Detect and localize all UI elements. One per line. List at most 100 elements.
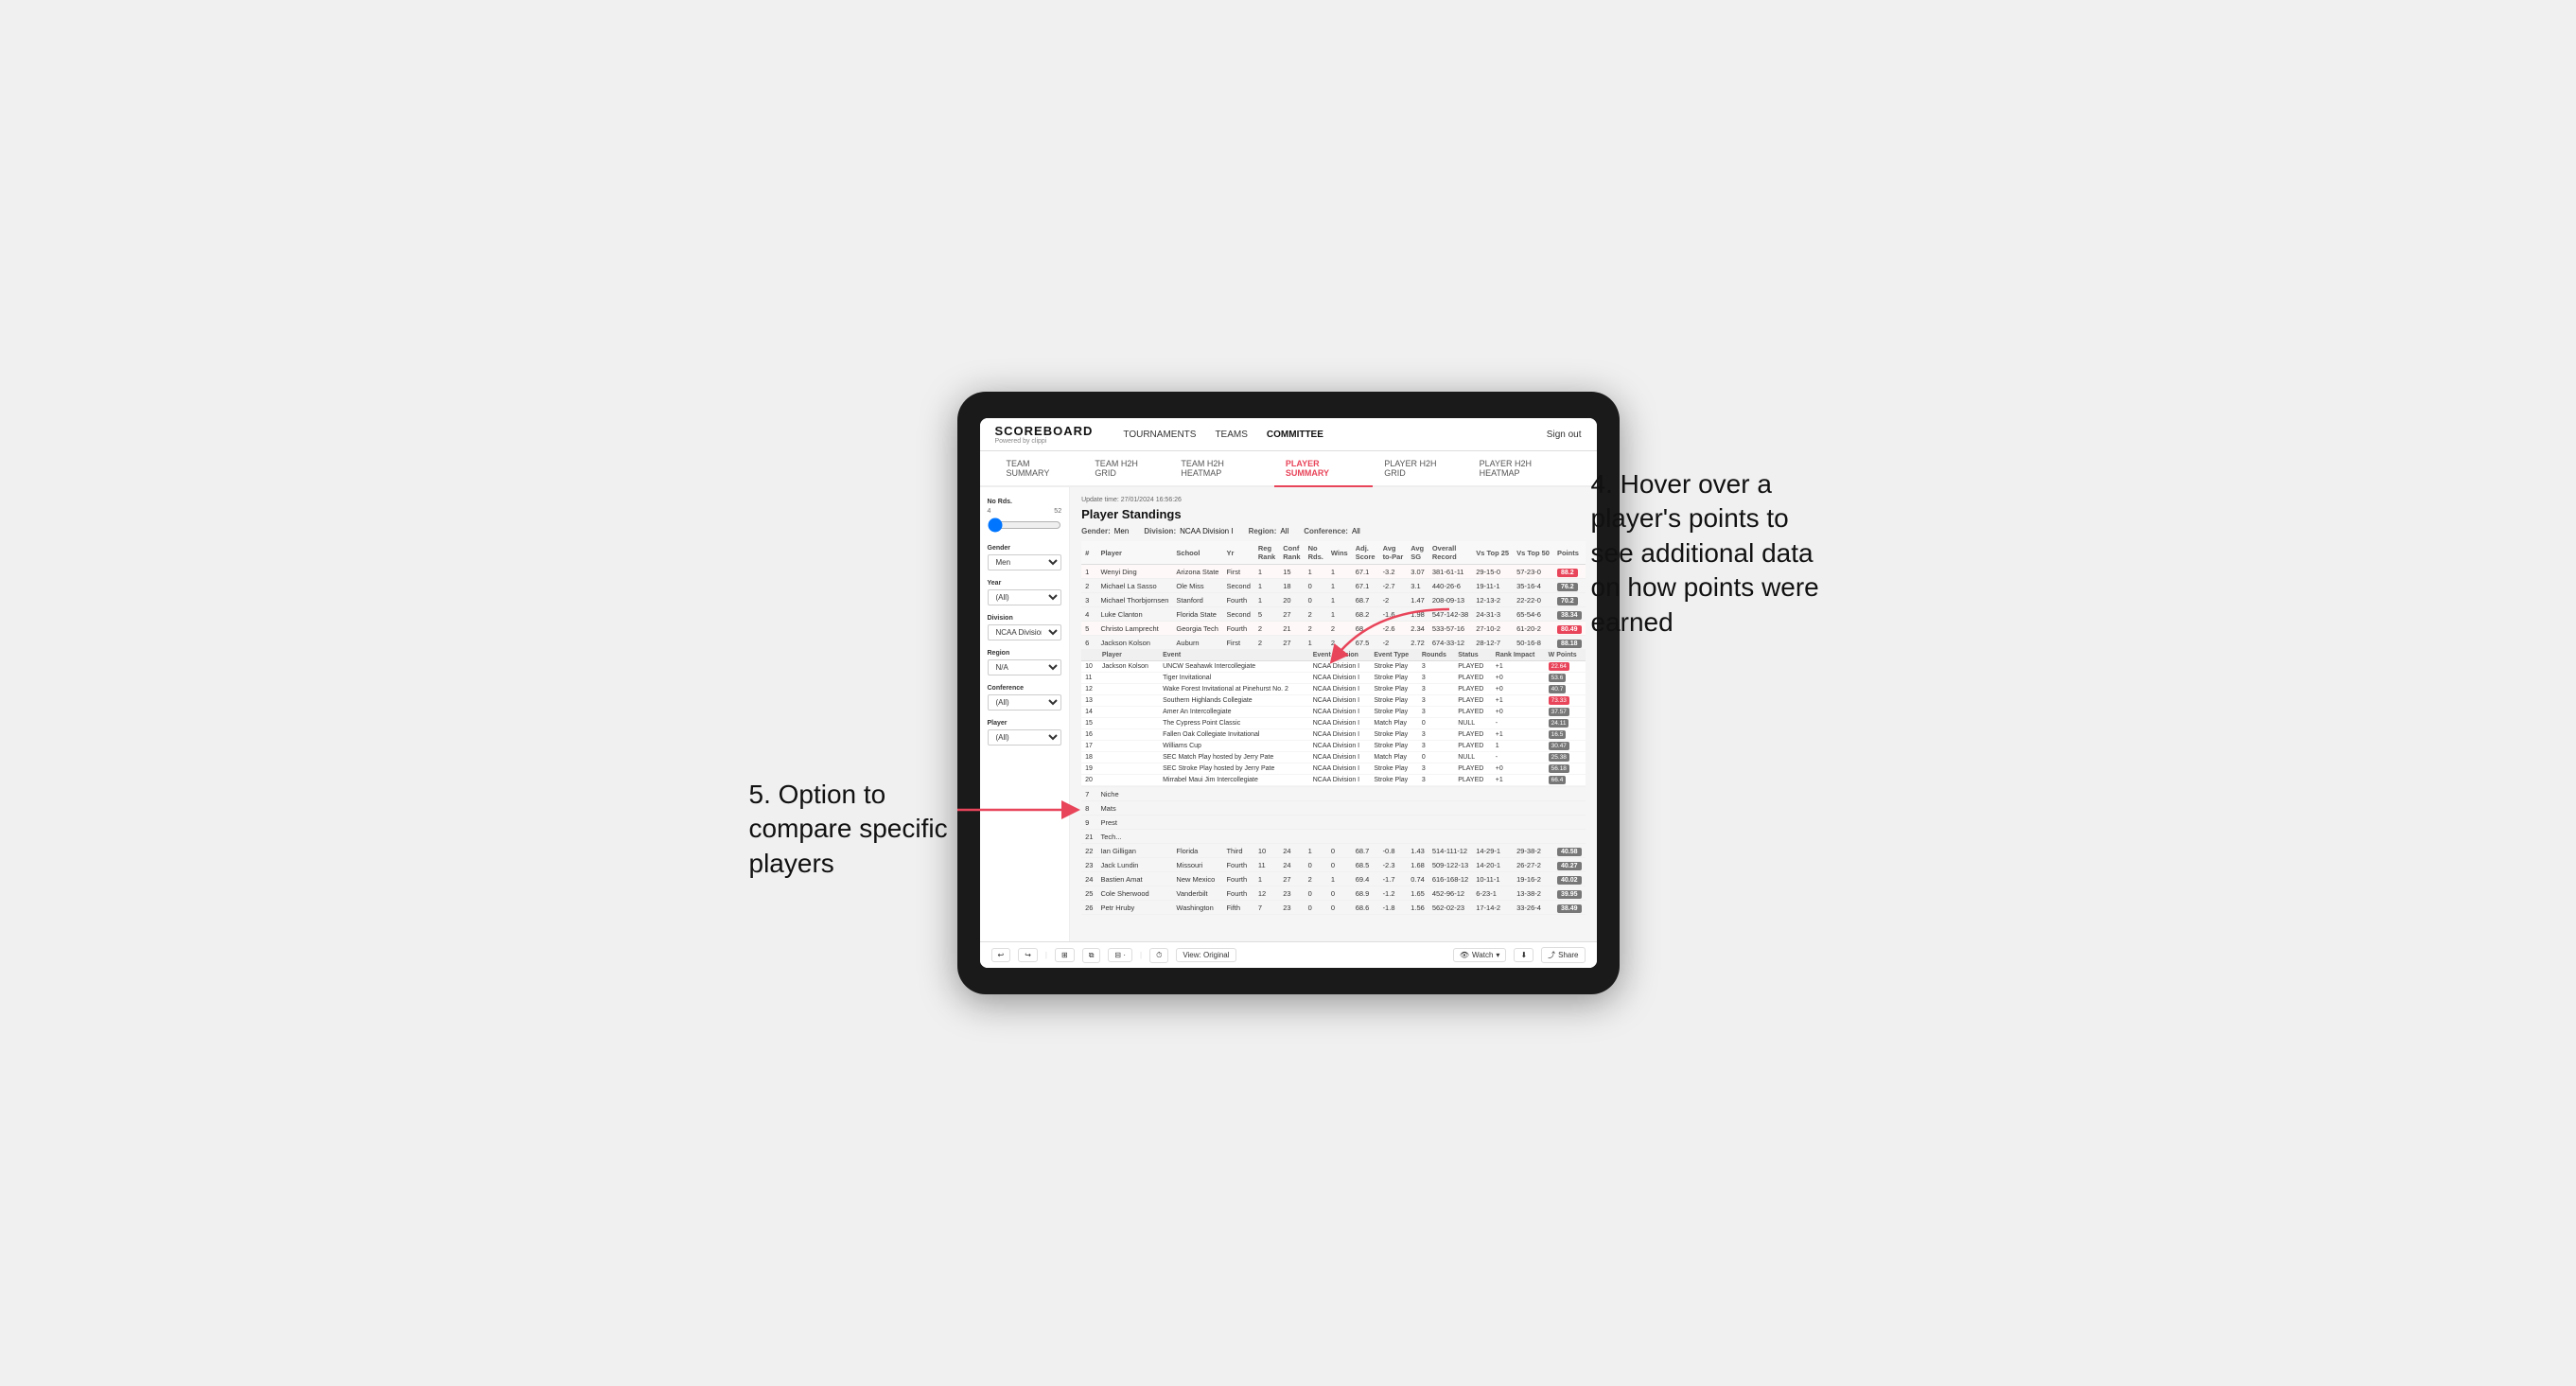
expanded-event-row: 19 SEC Stroke Play hosted by Jerry Pate …: [1081, 763, 1585, 775]
expanded-event-row: 13 Southern Highlands Collegiate NCAA Di…: [1081, 695, 1585, 707]
col-rank: #: [1081, 541, 1096, 565]
expanded-event-row: 12 Wake Forest Invitational at Pinehurst…: [1081, 684, 1585, 695]
table-row: 23 Jack Lundin Missouri Fourth 11 24 0 0…: [1081, 858, 1585, 872]
conference-select[interactable]: (All): [988, 694, 1062, 711]
logo-area: SCOREBOARD Powered by clippi: [995, 424, 1094, 445]
bottom-toolbar: ↩ ↪ | ⊞ ⧉ ⊟ · | ⏱ View: Original 👁 Watch…: [980, 941, 1597, 968]
col-wins: Wins: [1327, 541, 1352, 565]
nav-right: Sign out: [1547, 430, 1582, 440]
subnav-team-summary[interactable]: TEAM SUMMARY: [995, 451, 1084, 487]
filter-region: Region: All: [1249, 527, 1289, 535]
table-row: 24 Bastien Amat New Mexico Fourth 1 27 2…: [1081, 872, 1585, 886]
expanded-event-row: 10 Jackson Kolson UNCW Seahawk Intercoll…: [1081, 661, 1585, 673]
clock-btn[interactable]: ⏱: [1149, 948, 1168, 963]
table-row: 6 Jackson Kolson Auburn First 2 27 1 2 6…: [1081, 636, 1585, 650]
table-row: 4 Luke Clanton Florida State Second 5 27…: [1081, 607, 1585, 622]
col-conf-rank: ConfRank: [1279, 541, 1304, 565]
expanded-event-row: 15 The Cypress Point Classic NCAA Divisi…: [1081, 718, 1585, 729]
col-overall: OverallRecord: [1428, 541, 1472, 565]
expanded-events-row: Player Event Event Division Event Type R…: [1081, 650, 1585, 787]
nav-links: TOURNAMENTS TEAMS COMMITTEE: [1123, 430, 1523, 440]
no-rds-slider[interactable]: [988, 518, 1062, 533]
table-row: 5 Christo Lamprecht Georgia Tech Fourth …: [1081, 622, 1585, 636]
nav-tournaments[interactable]: TOURNAMENTS: [1123, 430, 1196, 440]
tablet-frame: SCOREBOARD Powered by clippi TOURNAMENTS…: [957, 392, 1620, 994]
view-label: View: Original: [1183, 951, 1229, 959]
share-btn[interactable]: ⤴ Share: [1541, 947, 1585, 963]
table-row: 7 Niche: [1081, 787, 1585, 801]
subnav-player-h2h-heatmap[interactable]: PLAYER H2H HEATMAP: [1468, 451, 1582, 487]
redo-btn[interactable]: ↪: [1018, 948, 1038, 962]
sidebar: No Rds. 4 52 Gender Men Y: [980, 487, 1071, 941]
table-row: 22 Ian Gilligan Florida Third 10 24 1 0 …: [1081, 844, 1585, 858]
download-btn[interactable]: ⬇: [1514, 948, 1533, 962]
outer-wrapper: 4. Hover over a player's points to see a…: [768, 392, 1809, 994]
col-reg-rank: RegRank: [1254, 541, 1279, 565]
col-adj-score: Adj.Score: [1352, 541, 1379, 565]
filter-row: Gender: Men Division: NCAA Division I Re…: [1081, 527, 1585, 535]
expanded-event-row: 11 Tiger Invitational NCAA Division I St…: [1081, 673, 1585, 684]
content-area: Update time: 27/01/2024 16:56:26 Player …: [1070, 487, 1596, 941]
player-select[interactable]: (All): [988, 729, 1062, 746]
table-row: 2 Michael La Sasso Ole Miss Second 1 18 …: [1081, 579, 1585, 593]
col-player: Player: [1096, 541, 1172, 565]
col-points: Points: [1553, 541, 1586, 565]
gender-select[interactable]: Men: [988, 554, 1062, 570]
dash-btn[interactable]: ⊟ ·: [1108, 948, 1132, 962]
expanded-event-row: 18 SEC Match Play hosted by Jerry Pate N…: [1081, 752, 1585, 763]
col-avg-sg: AvgSG: [1407, 541, 1428, 565]
conference-label: Conference: [988, 685, 1062, 692]
table-row: 8 Mats: [1081, 801, 1585, 816]
region-label: Region: [988, 650, 1062, 657]
annotation-bottom-left: 5. Option to compare specific players: [749, 778, 967, 881]
expanded-event-row: 20 Mirrabel Maui Jim Intercollegiate NCA…: [1081, 775, 1585, 786]
division-select[interactable]: NCAA Division I: [988, 624, 1062, 640]
col-vs-top50: Vs Top 50: [1513, 541, 1553, 565]
sidebar-region: Region N/A: [988, 650, 1062, 675]
table-row: 9 Prest: [1081, 816, 1585, 830]
subnav-team-h2h-heatmap[interactable]: TEAM H2H HEATMAP: [1169, 451, 1273, 487]
table-row: 1 Wenyi Ding Arizona State First 1 15 1 …: [1081, 565, 1585, 579]
logo-sub: Powered by clippi: [995, 438, 1094, 445]
expanded-event-row: 16 Fallen Oak Collegiate Invitational NC…: [1081, 729, 1585, 741]
filter-gender: Gender: Men: [1081, 527, 1129, 535]
tablet-screen: SCOREBOARD Powered by clippi TOURNAMENTS…: [980, 418, 1597, 968]
standings-table: # Player School Yr RegRank ConfRank NoRd…: [1081, 541, 1585, 915]
copy-btn[interactable]: ⧉: [1082, 948, 1101, 963]
no-rds-label: No Rds.: [988, 499, 1062, 505]
subnav-player-summary[interactable]: PLAYER SUMMARY: [1274, 451, 1373, 487]
sidebar-division: Division NCAA Division I: [988, 615, 1062, 640]
nav-sign-out[interactable]: Sign out: [1547, 430, 1582, 440]
col-vs-top25: Vs Top 25: [1472, 541, 1513, 565]
nav-bar: SCOREBOARD Powered by clippi TOURNAMENTS…: [980, 418, 1597, 451]
view-btn[interactable]: View: Original: [1176, 948, 1235, 962]
col-no-rds: NoRds.: [1305, 541, 1327, 565]
col-avg-par: Avgto-Par: [1379, 541, 1408, 565]
sidebar-player: Player (All): [988, 720, 1062, 746]
update-time: Update time: 27/01/2024 16:56:26: [1081, 497, 1585, 503]
expanded-event-row: 14 Amer An Intercollegiate NCAA Division…: [1081, 707, 1585, 718]
col-school: School: [1172, 541, 1222, 565]
sidebar-conference: Conference (All): [988, 685, 1062, 711]
gender-label: Gender: [988, 545, 1062, 552]
annotation-top-right: 4. Hover over a player's points to see a…: [1591, 467, 1837, 640]
watch-btn[interactable]: 👁 Watch ▾: [1453, 948, 1507, 962]
year-select[interactable]: (All): [988, 589, 1062, 605]
table-row: 21 Tech...: [1081, 830, 1585, 844]
sidebar-year: Year (All): [988, 580, 1062, 605]
logo: SCOREBOARD: [995, 424, 1094, 438]
subnav-player-h2h-grid[interactable]: PLAYER H2H GRID: [1373, 451, 1467, 487]
table-row: 26 Petr Hruby Washington Fifth 7 23 0 0 …: [1081, 901, 1585, 915]
filter-btn[interactable]: ⊞: [1055, 948, 1075, 962]
filter-division: Division: NCAA Division I: [1144, 527, 1233, 535]
table-row: 25 Cole Sherwood Vanderbilt Fourth 12 23…: [1081, 886, 1585, 901]
nav-teams[interactable]: TEAMS: [1215, 430, 1247, 440]
section-title: Player Standings: [1081, 507, 1585, 521]
subnav-team-h2h-grid[interactable]: TEAM H2H GRID: [1083, 451, 1169, 487]
year-label: Year: [988, 580, 1062, 587]
nav-committee[interactable]: COMMITTEE: [1267, 430, 1323, 440]
no-rds-range-labels: 4 52: [988, 508, 1062, 515]
undo-btn[interactable]: ↩: [991, 948, 1011, 962]
main-content: No Rds. 4 52 Gender Men Y: [980, 487, 1597, 941]
region-select[interactable]: N/A: [988, 659, 1062, 675]
